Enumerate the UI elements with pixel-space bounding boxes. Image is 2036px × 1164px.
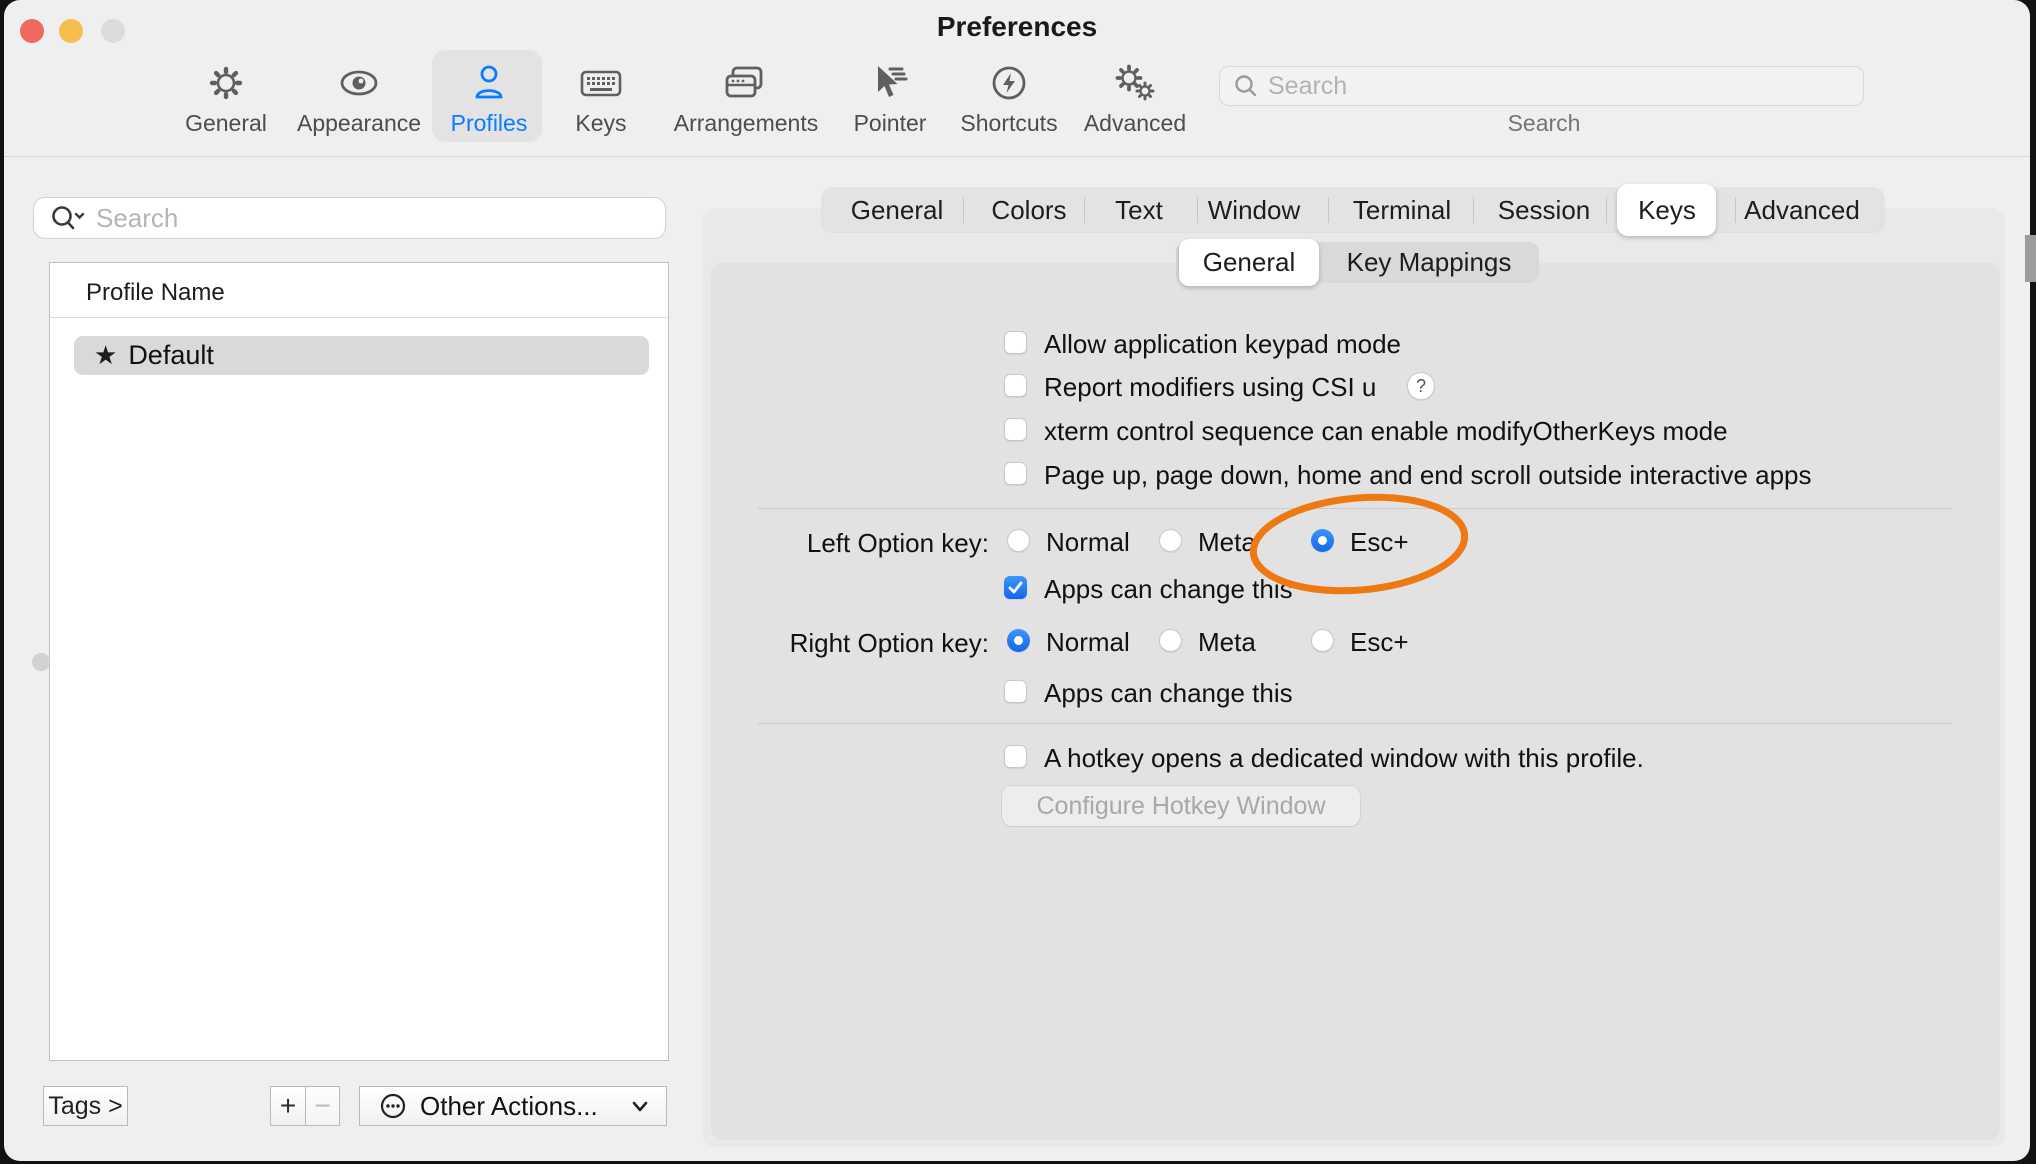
gears-icon [1109, 60, 1161, 106]
plus-icon: + [280, 1090, 296, 1122]
profile-search-input[interactable] [96, 203, 636, 234]
section-divider [758, 723, 1953, 724]
tags-button-label: Tags > [48, 1092, 122, 1121]
radio-right-normal[interactable] [1007, 629, 1030, 652]
toolbar-item-label: Shortcuts [960, 110, 1057, 137]
other-actions-dropdown[interactable]: Other Actions... [359, 1086, 667, 1126]
subtab-key-mappings[interactable]: Key Mappings [1347, 242, 1512, 283]
toolbar-item-shortcuts[interactable]: Shortcuts [949, 54, 1069, 142]
checkbox-label: xterm control sequence can enable modify… [1044, 416, 1728, 447]
toolbar-item-arrangements[interactable]: Arrangements [686, 54, 806, 142]
configure-hotkey-window-button[interactable]: Configure Hotkey Window [1002, 786, 1360, 826]
tab-advanced[interactable]: Advanced [1744, 188, 1860, 232]
right-option-key-label: Right Option key: [689, 628, 989, 659]
radio-label: Esc+ [1350, 627, 1409, 658]
cursor-icon [866, 60, 914, 106]
toolbar-divider [4, 156, 2030, 157]
toolbar-search-field[interactable] [1219, 66, 1864, 106]
radio-right-esc[interactable] [1311, 629, 1334, 652]
ellipsis-circle-icon [378, 1091, 408, 1121]
checkbox-label: A hotkey opens a dedicated window with t… [1044, 743, 1644, 774]
checkbox-label: Page up, page down, home and end scroll … [1044, 460, 1812, 491]
configure-hotkey-label: Configure Hotkey Window [1036, 792, 1325, 821]
toolbar-item-label: Arrangements [674, 110, 818, 137]
toolbar-item-appearance[interactable]: Appearance [299, 54, 419, 142]
subtab-general[interactable]: General [1203, 242, 1296, 283]
toolbar-item-pointer[interactable]: Pointer [830, 54, 950, 142]
other-actions-label: Other Actions... [420, 1091, 598, 1122]
checkbox-scroll-outside-apps[interactable] [1004, 462, 1027, 485]
toolbar-item-profiles[interactable]: Profiles [429, 54, 549, 142]
search-scope-icon [48, 203, 88, 233]
tab-colors[interactable]: Colors [991, 188, 1066, 232]
profile-list-header: Profile Name [86, 279, 225, 307]
checkbox-label: Apps can change this [1044, 678, 1293, 709]
checkmark-icon [1006, 578, 1025, 597]
checkbox-csi-u[interactable] [1004, 374, 1027, 397]
section-divider [758, 508, 1953, 509]
checkbox-label: Apps can change this [1044, 574, 1293, 605]
gear-icon [204, 60, 248, 106]
tab-general[interactable]: General [851, 188, 944, 232]
radio-left-normal[interactable] [1007, 529, 1030, 552]
minus-icon: − [314, 1090, 330, 1122]
radio-left-meta[interactable] [1159, 529, 1182, 552]
profile-row-default[interactable]: ★ Default [74, 336, 649, 375]
toolbar-item-keys[interactable]: Keys [541, 54, 661, 142]
toolbar-item-label: Profiles [451, 110, 528, 137]
tab-window[interactable]: Window [1208, 188, 1300, 232]
toolbar-item-label: General [185, 110, 267, 137]
header-divider [50, 317, 668, 318]
eye-icon [335, 60, 383, 106]
radio-label: Meta [1198, 527, 1256, 558]
checkbox-label: Report modifiers using CSI u [1044, 372, 1376, 403]
keyboard-icon [577, 60, 625, 106]
profile-name: Default [128, 340, 214, 371]
add-remove-group: + − [270, 1086, 340, 1126]
left-option-key-label: Left Option key: [689, 528, 989, 559]
add-profile-button[interactable]: + [270, 1086, 305, 1126]
edge-dot [32, 653, 50, 671]
search-icon [1232, 72, 1260, 100]
profile-search-field[interactable] [33, 197, 666, 239]
toolbar-item-general[interactable]: General [166, 54, 286, 142]
windows-icon [720, 60, 772, 106]
lightning-icon [987, 60, 1031, 106]
toolbar-item-advanced[interactable]: Advanced [1075, 54, 1195, 142]
preferences-window: Preferences General Appearance Profiles … [4, 0, 2030, 1161]
tab-text[interactable]: Text [1115, 188, 1163, 232]
checkbox-label: Allow application keypad mode [1044, 329, 1401, 360]
radio-label: Normal [1046, 527, 1130, 558]
tags-button[interactable]: Tags > [43, 1086, 128, 1126]
radio-left-esc[interactable] [1311, 529, 1334, 552]
checkbox-right-apps-can-change[interactable] [1004, 680, 1027, 703]
toolbar-item-label: Advanced [1084, 110, 1186, 137]
profile-list: Profile Name ★ Default [49, 262, 669, 1061]
toolbar-item-label: Pointer [854, 110, 927, 137]
radio-label: Esc+ [1350, 527, 1409, 558]
chevron-down-icon [628, 1094, 652, 1118]
toolbar-item-label: Keys [575, 110, 626, 137]
tab-keys[interactable]: Keys [1638, 188, 1696, 232]
star-icon: ★ [94, 340, 117, 371]
edge-scrollbar-remnant [2025, 235, 2036, 282]
person-icon [467, 60, 511, 106]
radio-label: Normal [1046, 627, 1130, 658]
toolbar-search-input[interactable] [1268, 72, 1828, 101]
window-title: Preferences [4, 11, 2030, 43]
radio-label: Meta [1198, 627, 1256, 658]
tab-session[interactable]: Session [1498, 188, 1591, 232]
checkbox-left-apps-can-change[interactable] [1004, 576, 1027, 599]
toolbar-item-label: Appearance [297, 110, 421, 137]
help-button[interactable]: ? [1407, 372, 1435, 400]
tab-terminal[interactable]: Terminal [1353, 188, 1451, 232]
radio-right-meta[interactable] [1159, 629, 1182, 652]
toolbar-search-caption: Search [1394, 110, 1694, 137]
checkbox-hotkey-window[interactable] [1004, 745, 1027, 768]
remove-profile-button[interactable]: − [305, 1086, 340, 1126]
checkbox-modify-other-keys[interactable] [1004, 418, 1027, 441]
checkbox-keypad-mode[interactable] [1004, 331, 1027, 354]
